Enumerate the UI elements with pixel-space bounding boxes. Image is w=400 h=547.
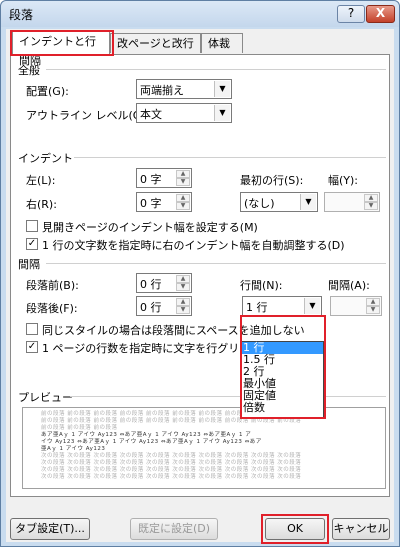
spin-down-icon[interactable]: ▼ — [176, 202, 190, 210]
spacing-at-spinner[interactable]: ▲ ▼ — [330, 296, 382, 316]
tab-highlight-frame — [10, 30, 114, 56]
general-divider — [46, 69, 386, 70]
paragraph-dialog: 段落 ? X インデントと行間隔 改ページと改行 体裁 全般 配置(G): 両端… — [0, 0, 400, 547]
spin-down-icon[interactable]: ▼ — [364, 202, 378, 210]
preview-divider — [70, 396, 386, 397]
outline-value: 本文 — [140, 108, 162, 121]
tab-typography[interactable]: 体裁 — [201, 33, 243, 53]
set-default-button[interactable]: 既定に設定(D) — [130, 518, 218, 540]
mirror-indent-label: 見開きページのインデント幅を設定する(M) — [42, 221, 258, 234]
outline-select[interactable]: 本文 ▼ — [136, 103, 232, 123]
preview-heading: プレビュー — [18, 391, 73, 404]
right-indent-spinner[interactable]: 0 字 ▲ ▼ — [136, 192, 192, 212]
chevron-down-icon: ▼ — [214, 81, 230, 97]
left-indent-spinner[interactable]: 0 字 ▲ ▼ — [136, 168, 192, 188]
title-bar: 段落 ? X — [1, 1, 399, 27]
first-line-select[interactable]: (なし) ▼ — [240, 192, 318, 212]
spin-up-icon[interactable]: ▲ — [176, 275, 190, 283]
paragraph-preview: 前の段落 前の段落 前の段落 前の段落 前の段落 前の段落 前の段落 前の段落 … — [22, 407, 386, 489]
first-line-value: (なし) — [244, 197, 275, 210]
close-button[interactable]: X — [366, 5, 395, 23]
mirror-indent-checkbox[interactable] — [26, 220, 38, 232]
line-spacing-select[interactable]: 1 行 ▼ — [242, 296, 322, 316]
preview-line-after: 次の段落 次の段落 次の段落 次の段落 次の段落 次の段落 次の段落 次の段落 … — [41, 467, 302, 473]
left-indent-label: 左(L): — [26, 174, 56, 187]
chevron-down-icon: ▼ — [300, 194, 316, 210]
width-label: 幅(Y): — [328, 174, 359, 187]
first-line-label: 最初の行(S): — [240, 174, 304, 187]
tabs-button[interactable]: タブ設定(T)... — [10, 518, 90, 540]
line-spacing-dropdown: 1 行 1.5 行 2 行 最小値 固定値 倍数 — [240, 341, 324, 419]
alignment-label: 配置(G): — [26, 85, 69, 98]
spin-up-icon[interactable]: ▲ — [176, 170, 190, 178]
auto-adjust-checkbox[interactable]: ✓ — [26, 238, 38, 250]
line-spacing-option[interactable]: 倍数 — [241, 402, 323, 414]
grid-snap-label: 1 ページの行数を指定時に文字を行グリッ — [42, 342, 251, 355]
chevron-down-icon: ▼ — [304, 298, 320, 314]
spin-up-icon[interactable]: ▲ — [364, 194, 378, 202]
preview-line-after: 次の段落 次の段落 次の段落 次の段落 次の段落 次の段落 次の段落 次の段落 … — [41, 453, 302, 459]
line-spacing-value: 1 行 — [246, 301, 268, 314]
preview-line-after: 次の段落 次の段落 次の段落 次の段落 次の段落 次の段落 次の段落 次の段落 … — [41, 474, 302, 480]
spin-down-icon[interactable]: ▼ — [176, 306, 190, 314]
preview-line-sample: イウ Ay123 ⇔あア亜Aｙ 1 アイウ Ay123 ⇔あア亜Aｙ 1 アイウ… — [41, 439, 262, 445]
line-spacing-label: 行間(N): — [240, 279, 283, 292]
preview-line-sample: 亜Aｙ 1 アイウ Ay123 — [41, 446, 106, 452]
space-after-value: 0 行 — [140, 301, 162, 314]
space-after-spinner[interactable]: 0 行 ▲ ▼ — [136, 296, 192, 316]
ok-highlight-frame — [261, 514, 329, 544]
space-before-spinner[interactable]: 0 行 ▲ ▼ — [136, 273, 192, 293]
grid-snap-checkbox[interactable]: ✓ — [26, 341, 38, 353]
width-spinner[interactable]: ▲ ▼ — [324, 192, 380, 212]
spin-up-icon[interactable]: ▲ — [176, 194, 190, 202]
left-indent-value: 0 字 — [140, 173, 162, 186]
dialog-title: 段落 — [9, 8, 34, 22]
right-indent-label: 右(R): — [26, 198, 57, 211]
chevron-down-icon: ▼ — [214, 105, 230, 121]
preview-line-sample: あア亜Aｙ 1 アイウ Ay123 ⇔あア亜Aｙ 1 アイウ Ay123 ⇔あア… — [41, 432, 252, 438]
space-before-value: 0 行 — [140, 278, 162, 291]
alignment-select[interactable]: 両端揃え ▼ — [136, 79, 232, 99]
spacing-heading: 間隔 — [18, 258, 40, 271]
indent-heading: インデント — [18, 152, 73, 165]
preview-line-before: 前の段落 前の段落 前の段落 前の段落 前の段落 前の段落 前の段落 前の段落 … — [41, 411, 302, 417]
spin-up-icon[interactable]: ▲ — [366, 298, 380, 306]
tab-page-breaks[interactable]: 改ページと改行 — [110, 33, 201, 53]
dialog-client: インデントと行間隔 改ページと改行 体裁 全般 配置(G): 両端揃え ▼ アウ… — [6, 29, 394, 544]
right-indent-value: 0 字 — [140, 197, 162, 210]
indent-divider — [74, 157, 386, 158]
spin-down-icon[interactable]: ▼ — [176, 178, 190, 186]
preview-line-after: 次の段落 次の段落 次の段落 次の段落 次の段落 次の段落 次の段落 次の段落 … — [41, 460, 302, 466]
space-after-label: 段落後(F): — [26, 302, 78, 315]
auto-adjust-label: 1 行の文字数を指定時に右のインデント幅を自動調整する(D) — [42, 239, 345, 252]
spin-up-icon[interactable]: ▲ — [176, 298, 190, 306]
spin-down-icon[interactable]: ▼ — [176, 283, 190, 291]
spacing-at-label: 間隔(A): — [328, 279, 370, 292]
preview-line-before: 前の段落 前の段落 前の段落 前の段落 前の段落 前の段落 前の段落 前の段落 … — [41, 418, 302, 424]
cancel-button[interactable]: キャンセル — [332, 518, 390, 540]
alignment-value: 両端揃え — [140, 84, 184, 97]
spacing-divider — [46, 263, 386, 264]
same-style-label: 同じスタイルの場合は段落間にスペースを追加しない — [42, 324, 305, 337]
preview-line-before: 前の段落 前の段落 前の段落 — [41, 425, 118, 431]
same-style-checkbox[interactable] — [26, 323, 38, 335]
help-button[interactable]: ? — [337, 5, 365, 23]
spin-down-icon[interactable]: ▼ — [366, 306, 380, 314]
outline-label: アウトライン レベル(O): — [26, 109, 150, 122]
space-before-label: 段落前(B): — [26, 279, 79, 292]
